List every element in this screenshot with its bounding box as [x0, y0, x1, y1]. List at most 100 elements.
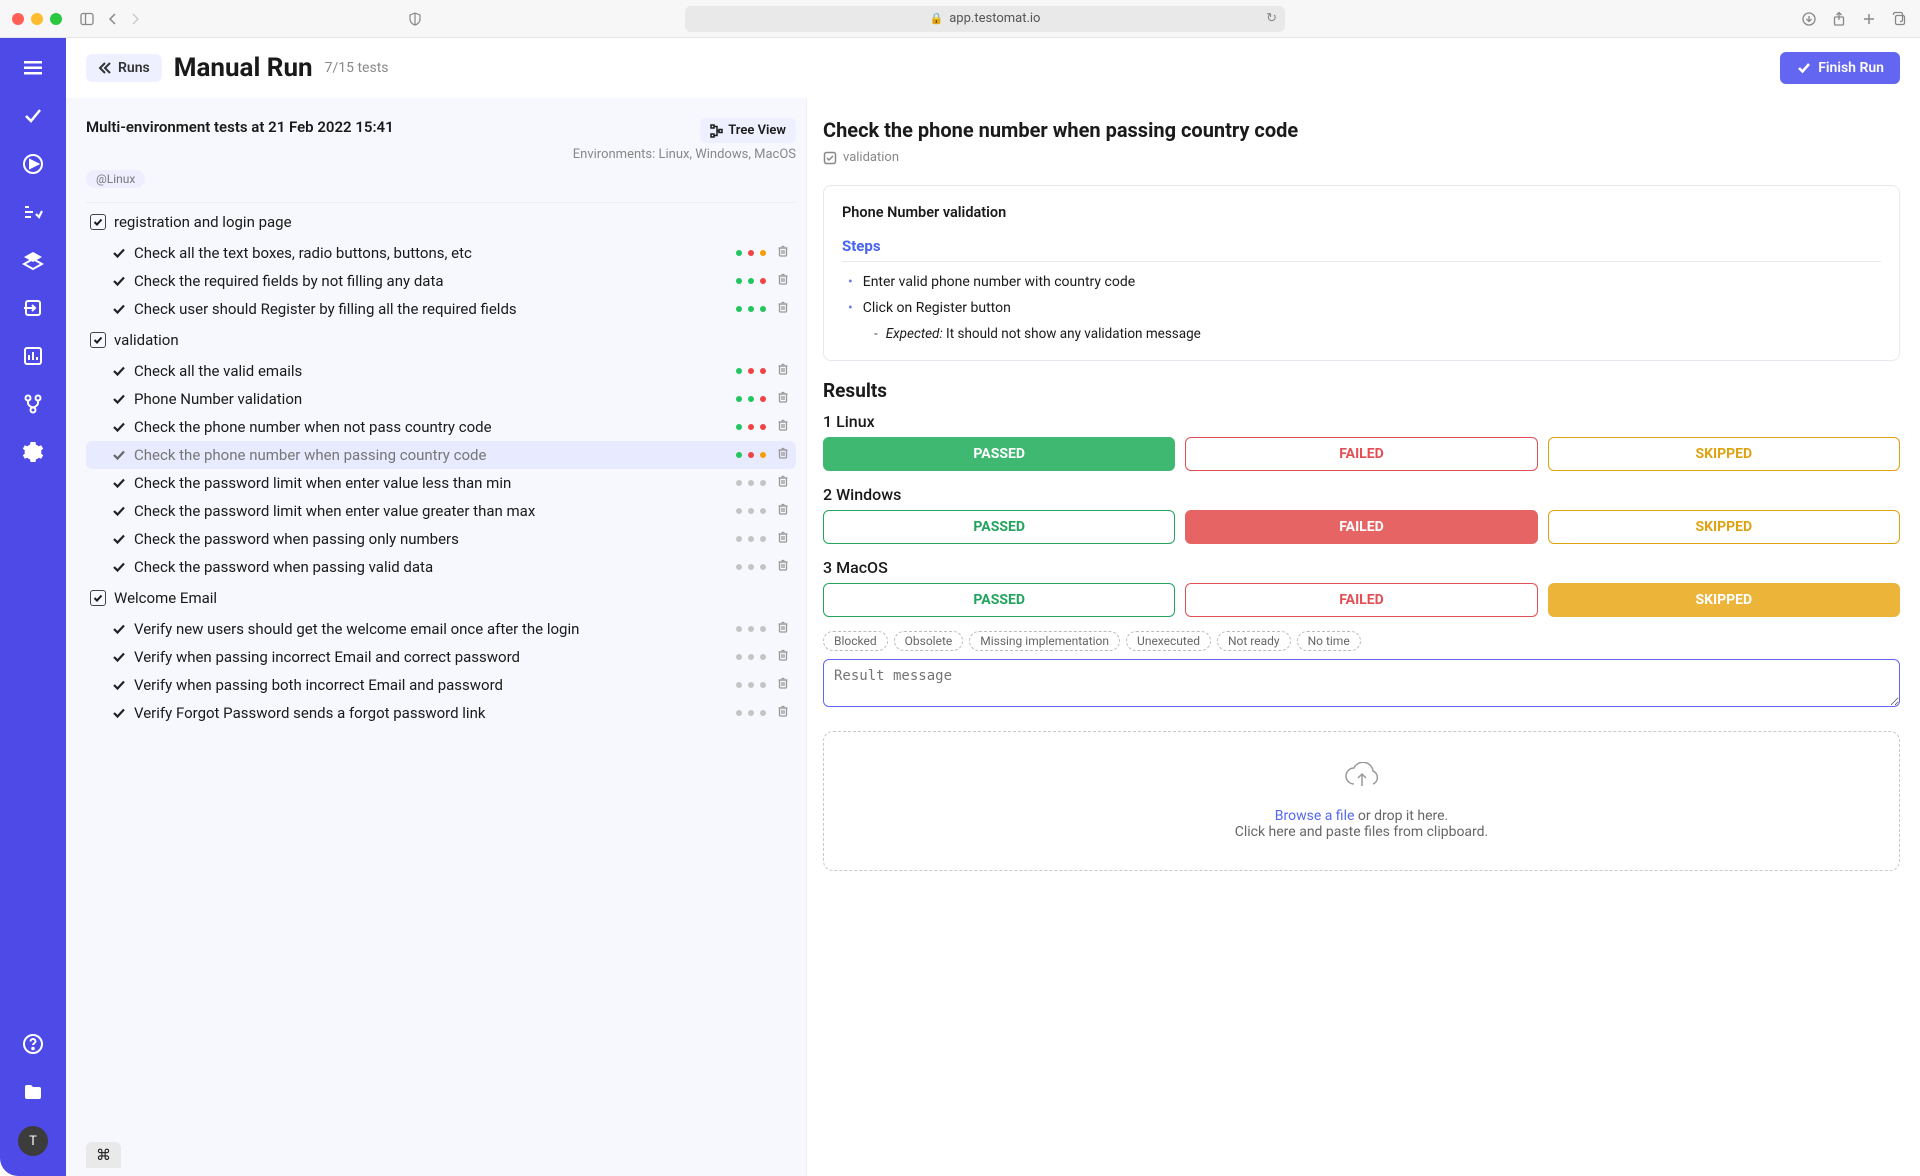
branch-icon[interactable] — [19, 390, 47, 418]
tabs-icon[interactable] — [1890, 10, 1908, 28]
trash-icon[interactable] — [776, 530, 790, 548]
passed-button[interactable]: PASSED — [823, 437, 1175, 471]
close-window-button[interactable] — [12, 13, 24, 25]
test-row[interactable]: Check the phone number when not pass cou… — [86, 413, 796, 441]
analytics-icon[interactable] — [19, 342, 47, 370]
minimize-window-button[interactable] — [31, 13, 43, 25]
test-row[interactable]: Verify when passing both incorrect Email… — [86, 671, 796, 699]
test-row[interactable]: Verify new users should get the welcome … — [86, 615, 796, 643]
new-tab-icon[interactable] — [1860, 10, 1878, 28]
folder-icon[interactable] — [19, 1078, 47, 1106]
menu-icon[interactable] — [19, 54, 47, 82]
env-results: 1 LinuxPASSEDFAILEDSKIPPED2 WindowsPASSE… — [823, 412, 1900, 617]
test-label: Check the required fields by not filling… — [134, 272, 736, 290]
layers-icon[interactable] — [19, 246, 47, 274]
status-dot — [760, 536, 766, 542]
checkbox-icon[interactable] — [90, 590, 106, 606]
checkbox-icon[interactable] — [90, 214, 106, 230]
failed-button[interactable]: FAILED — [1185, 583, 1537, 617]
test-row[interactable]: Verify Forgot Password sends a forgot pa… — [86, 699, 796, 727]
trash-icon[interactable] — [776, 418, 790, 436]
trash-icon[interactable] — [776, 620, 790, 638]
forward-icon[interactable] — [126, 10, 144, 28]
trash-icon[interactable] — [776, 474, 790, 492]
check-icon[interactable] — [19, 102, 47, 130]
passed-button[interactable]: PASSED — [823, 583, 1175, 617]
share-icon[interactable] — [1830, 10, 1848, 28]
suite-header[interactable]: validation — [86, 323, 796, 357]
failed-button[interactable]: FAILED — [1185, 510, 1537, 544]
test-row[interactable]: Check the password limit when enter valu… — [86, 497, 796, 525]
quick-tag[interactable]: Unexecuted — [1126, 631, 1211, 651]
status-dot — [748, 396, 754, 402]
check-icon — [110, 650, 128, 664]
status-dots — [736, 250, 766, 256]
checkbox-icon[interactable] — [90, 332, 106, 348]
trash-icon[interactable] — [776, 704, 790, 722]
suite-header[interactable]: Welcome Email — [86, 581, 796, 615]
test-row[interactable]: Check the password when passing only num… — [86, 525, 796, 553]
test-row[interactable]: Check user should Register by filling al… — [86, 295, 796, 323]
env-tag[interactable]: @Linux — [86, 170, 145, 188]
suite-header[interactable]: registration and login page — [86, 205, 796, 239]
download-icon[interactable] — [1800, 10, 1818, 28]
step-list: •Enter valid phone number with country c… — [842, 274, 1881, 342]
test-row[interactable]: Check the required fields by not filling… — [86, 267, 796, 295]
trash-icon[interactable] — [776, 446, 790, 464]
status-dot — [736, 306, 742, 312]
status-dot — [736, 536, 742, 542]
test-row[interactable]: Phone Number validation — [86, 385, 796, 413]
test-row[interactable]: Check all the text boxes, radio buttons,… — [86, 239, 796, 267]
status-dots — [736, 368, 766, 374]
test-row[interactable]: Check all the valid emails — [86, 357, 796, 385]
back-to-runs-button[interactable]: Runs — [86, 54, 162, 82]
plan-icon[interactable] — [19, 198, 47, 226]
failed-button[interactable]: FAILED — [1185, 437, 1537, 471]
status-dot — [748, 306, 754, 312]
trash-icon[interactable] — [776, 300, 790, 318]
trash-icon[interactable] — [776, 244, 790, 262]
test-row[interactable]: Verify when passing incorrect Email and … — [86, 643, 796, 671]
sidebar-toggle-icon[interactable] — [78, 10, 96, 28]
skipped-button[interactable]: SKIPPED — [1548, 437, 1900, 471]
quick-tag[interactable]: Not ready — [1217, 631, 1291, 651]
trash-icon[interactable] — [776, 272, 790, 290]
skipped-button[interactable]: SKIPPED — [1548, 583, 1900, 617]
trash-icon[interactable] — [776, 676, 790, 694]
help-icon[interactable] — [19, 1030, 47, 1058]
upload-box[interactable]: Browse a file or drop it here. Click her… — [823, 731, 1900, 871]
trash-icon[interactable] — [776, 390, 790, 408]
scenario-card: Phone Number validation Steps •Enter val… — [823, 185, 1900, 361]
finish-run-button[interactable]: Finish Run — [1780, 52, 1900, 84]
quick-tag[interactable]: Blocked — [823, 631, 888, 651]
status-dot — [760, 564, 766, 570]
play-icon[interactable] — [19, 150, 47, 178]
test-row[interactable]: Check the password when passing valid da… — [86, 553, 796, 581]
avatar[interactable]: T — [18, 1126, 48, 1156]
result-message-input[interactable] — [823, 659, 1900, 707]
shield-icon[interactable] — [406, 10, 424, 28]
tree-view-button[interactable]: Tree View — [700, 118, 796, 143]
maximize-window-button[interactable] — [50, 13, 62, 25]
quick-tag[interactable]: No time — [1297, 631, 1361, 651]
browse-file-link[interactable]: Browse a file — [1275, 808, 1355, 824]
trash-icon[interactable] — [776, 502, 790, 520]
refresh-icon[interactable]: ↻ — [1266, 11, 1277, 26]
url-bar[interactable]: 🔒 app.testomat.io ↻ — [685, 6, 1285, 32]
trash-icon[interactable] — [776, 558, 790, 576]
skipped-button[interactable]: SKIPPED — [1548, 510, 1900, 544]
status-dot — [760, 480, 766, 486]
cmd-shortcut[interactable]: ⌘ — [86, 1142, 121, 1168]
import-icon[interactable] — [19, 294, 47, 322]
back-icon[interactable] — [104, 10, 122, 28]
test-row[interactable]: Check the password limit when enter valu… — [86, 469, 796, 497]
quick-tag[interactable]: Obsolete — [894, 631, 964, 651]
quick-tag[interactable]: Missing implementation — [969, 631, 1120, 651]
check-icon — [110, 532, 128, 546]
trash-icon[interactable] — [776, 362, 790, 380]
status-dot — [736, 626, 742, 632]
passed-button[interactable]: PASSED — [823, 510, 1175, 544]
trash-icon[interactable] — [776, 648, 790, 666]
test-row[interactable]: Check the phone number when passing coun… — [86, 441, 796, 469]
settings-icon[interactable] — [19, 438, 47, 466]
